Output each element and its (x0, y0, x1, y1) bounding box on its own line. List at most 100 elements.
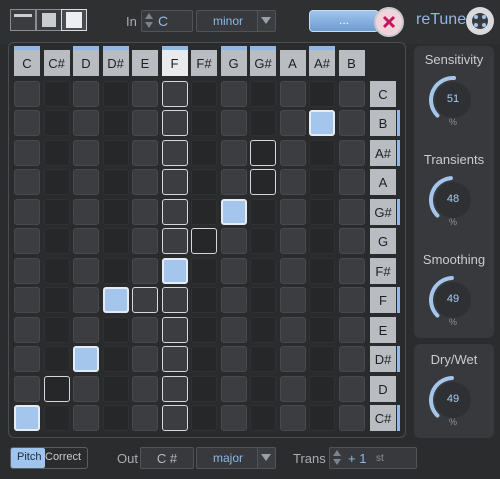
pitch-map-cell[interactable] (220, 375, 247, 402)
pitch-map-cell[interactable] (132, 257, 158, 284)
pitch-map-cell[interactable] (73, 80, 99, 107)
pitch-map-cell[interactable] (309, 110, 335, 136)
pitch-map-cell[interactable] (43, 346, 70, 372)
pitch-map-cell[interactable] (14, 139, 40, 166)
pitch-map-cell[interactable] (132, 375, 158, 402)
pitch-map-cell[interactable] (161, 316, 188, 343)
pitch-map-cell[interactable] (102, 257, 129, 284)
pitch-map-cell[interactable] (220, 287, 247, 313)
pitch-correct-toggle[interactable]: Pitch Correct (10, 447, 88, 469)
pitch-map-cell[interactable] (220, 228, 247, 254)
pitch-map-cell[interactable] (191, 198, 217, 225)
row-header[interactable]: F (370, 287, 400, 313)
row-header[interactable]: D (370, 375, 396, 402)
pitch-map-cell[interactable] (14, 346, 40, 372)
pitch-map-cell[interactable] (73, 346, 99, 372)
pitch-map-cell[interactable] (43, 139, 70, 166)
pitch-map-cell[interactable] (102, 228, 129, 254)
pitch-map-cell[interactable] (250, 110, 276, 136)
pitch-map-cell[interactable] (73, 287, 99, 313)
pitch-map-cell[interactable] (220, 198, 247, 225)
pitch-map-cell[interactable] (102, 346, 129, 372)
pitch-map-cell[interactable] (132, 139, 158, 166)
pitch-map-cell[interactable] (102, 139, 129, 166)
pitch-map-cell[interactable] (14, 316, 40, 343)
pitch-map-cell[interactable] (14, 198, 40, 225)
pitch-map-cell[interactable] (73, 405, 99, 431)
pitch-map-cell[interactable] (338, 287, 365, 313)
pitch-map-cell[interactable] (338, 228, 365, 254)
pitch-map-cell[interactable] (43, 169, 70, 195)
pitch-map-cell[interactable] (132, 110, 158, 136)
pitch-map-cell[interactable] (250, 346, 276, 372)
pitch-map-cell[interactable] (309, 346, 335, 372)
pitch-map-cell[interactable] (250, 169, 276, 195)
pitch-map-cell[interactable] (161, 139, 188, 166)
pitch-map-cell[interactable] (338, 405, 365, 431)
pitch-map-cell[interactable] (73, 110, 99, 136)
pitch-map-cell[interactable] (161, 257, 188, 284)
column-header[interactable]: D# (102, 46, 129, 76)
pitch-map-cell[interactable] (14, 80, 40, 107)
pitch-map-cell[interactable] (279, 80, 306, 107)
column-header[interactable]: C (14, 46, 40, 76)
pitch-map-cell[interactable] (161, 375, 188, 402)
pitch-map-cell[interactable] (279, 139, 306, 166)
pitch-map-cell[interactable] (161, 110, 188, 136)
pitch-map-cell[interactable] (14, 228, 40, 254)
pitch-map-cell[interactable] (338, 316, 365, 343)
pitch-map-cell[interactable] (279, 110, 306, 136)
pitch-map-cell[interactable] (191, 405, 217, 431)
column-header[interactable]: G (220, 46, 247, 76)
pitch-map-cell[interactable] (220, 405, 247, 431)
pitch-map-cell[interactable] (279, 375, 306, 402)
pitch-map-cell[interactable] (309, 287, 335, 313)
pitch-map-cell[interactable] (132, 198, 158, 225)
pitch-map-cell[interactable] (338, 375, 365, 402)
pitch-map-cell[interactable] (102, 198, 129, 225)
pitch-map-cell[interactable] (220, 110, 247, 136)
pitch-map-cell[interactable] (161, 346, 188, 372)
pitch-map-cell[interactable] (279, 228, 306, 254)
pitch-map-cell[interactable] (161, 287, 188, 313)
pitch-map-cell[interactable] (73, 316, 99, 343)
pitch-map-cell[interactable] (309, 316, 335, 343)
column-header[interactable]: A (279, 50, 306, 76)
pitch-map-cell[interactable] (161, 169, 188, 195)
transpose-stepper-icon[interactable] (333, 450, 341, 466)
pitch-map-cell[interactable] (309, 405, 335, 431)
row-header[interactable]: F# (370, 257, 396, 284)
pitch-map-cell[interactable] (161, 228, 188, 254)
key-out-select[interactable]: C # (140, 447, 194, 469)
pitch-map-cell[interactable] (191, 228, 217, 254)
row-header[interactable]: C (370, 80, 396, 107)
pitch-map-cell[interactable] (73, 375, 99, 402)
pitch-map-cell[interactable] (191, 169, 217, 195)
scale-out-select[interactable]: major (196, 447, 276, 469)
pitch-map-cell[interactable] (14, 110, 40, 136)
pitch-map-cell[interactable] (338, 198, 365, 225)
row-header[interactable]: G# (370, 198, 400, 225)
pitch-map-cell[interactable] (309, 198, 335, 225)
column-header[interactable]: F (161, 46, 188, 76)
pitch-map-cell[interactable] (191, 316, 217, 343)
row-header[interactable]: E (370, 316, 396, 343)
pitch-map-cell[interactable] (338, 169, 365, 195)
pitch-map-cell[interactable] (250, 198, 276, 225)
pitch-map-cell[interactable] (73, 198, 99, 225)
pitch-map-cell[interactable] (102, 405, 129, 431)
pitch-map-cell[interactable] (309, 139, 335, 166)
pitch-map-cell[interactable] (220, 346, 247, 372)
pitch-map-cell[interactable] (14, 405, 40, 431)
pitch-map-cell[interactable] (220, 139, 247, 166)
pitch-map-cell[interactable] (309, 80, 335, 107)
pitch-map-cell[interactable] (161, 80, 188, 107)
pitch-map-cell[interactable] (43, 375, 70, 402)
pitch-map-cell[interactable] (250, 375, 276, 402)
pitch-map-cell[interactable] (14, 287, 40, 313)
pitch-map-cell[interactable] (102, 80, 129, 107)
pitch-map-cell[interactable] (250, 316, 276, 343)
transpose-stepper[interactable]: + 1 st (329, 447, 417, 469)
pitch-map-cell[interactable] (191, 346, 217, 372)
pitch-map-cell[interactable] (338, 110, 365, 136)
